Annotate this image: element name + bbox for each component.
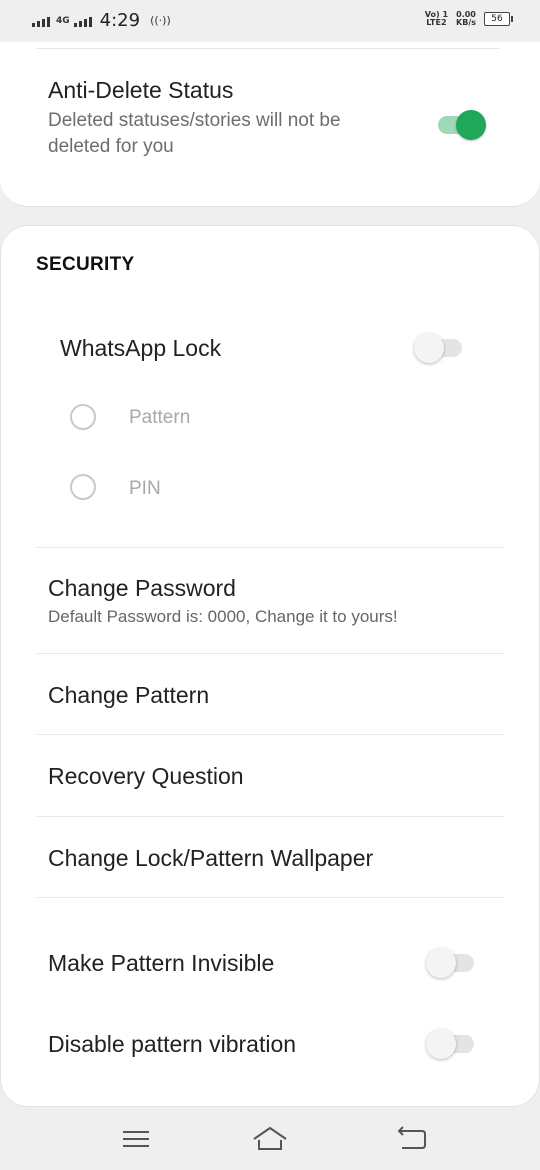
toggle-knob (426, 948, 456, 978)
navigation-bar (0, 1107, 540, 1170)
speed-unit: KB/s (456, 18, 476, 27)
disable-pattern-vibration-label[interactable]: Disable pattern vibration (48, 1031, 296, 1058)
volte-indicator: Vo) 1 LTE2 (425, 11, 448, 27)
divider (36, 48, 500, 49)
toggle-knob (456, 110, 486, 140)
recovery-question-label[interactable]: Recovery Question (48, 763, 244, 790)
make-pattern-invisible-toggle[interactable] (426, 946, 476, 980)
lte-label: LTE2 (426, 18, 447, 27)
security-section-title: SECURITY (36, 254, 135, 275)
change-wallpaper-label[interactable]: Change Lock/Pattern Wallpaper (48, 845, 373, 872)
divider (36, 816, 504, 817)
change-password-description: Default Password is: 0000, Change it to … (48, 607, 398, 626)
clock: 4:29 (99, 10, 141, 31)
privacy-card: Anti-Delete Status Deleted statuses/stor… (0, 42, 540, 207)
whatsapp-lock-toggle[interactable] (414, 331, 464, 365)
divider (36, 547, 504, 548)
pattern-radio[interactable] (70, 404, 96, 430)
divider (36, 734, 504, 735)
change-password-label[interactable]: Change Password (48, 575, 236, 602)
signal-icon (32, 15, 50, 27)
hotspot-icon: ((·)) (150, 14, 171, 27)
change-pattern-label[interactable]: Change Pattern (48, 682, 209, 709)
signal-icon-2 (73, 15, 92, 27)
make-pattern-invisible-label[interactable]: Make Pattern Invisible (48, 950, 274, 977)
anti-delete-status-description: Deleted statuses/stories will not be del… (48, 110, 341, 157)
divider (36, 653, 504, 654)
battery-icon: 56 (484, 12, 513, 26)
back-icon[interactable] (392, 1123, 432, 1155)
pin-radio-label[interactable]: PIN (129, 478, 161, 500)
network-type: 4G (56, 15, 70, 26)
toggle-knob (414, 333, 444, 363)
home-icon[interactable] (250, 1123, 290, 1155)
whatsapp-lock-label[interactable]: WhatsApp Lock (60, 335, 221, 362)
status-bar-left: 4G 4:29 ((·)) (32, 10, 171, 31)
network-speed: 0.00 KB/s (456, 11, 476, 27)
status-bar-right: Vo) 1 LTE2 0.00 KB/s 56 (425, 11, 513, 27)
divider (36, 897, 504, 898)
menu-icon[interactable] (116, 1123, 156, 1155)
toggle-knob (426, 1029, 456, 1059)
anti-delete-status-toggle[interactable] (438, 108, 488, 142)
status-bar: 4G 4:29 ((·)) Vo) 1 LTE2 0.00 KB/s 56 (0, 0, 540, 42)
anti-delete-status-title: Anti-Delete Status (48, 77, 234, 103)
disable-pattern-vibration-toggle[interactable] (426, 1027, 476, 1061)
pattern-radio-label[interactable]: Pattern (129, 407, 190, 429)
pin-radio[interactable] (70, 474, 96, 500)
